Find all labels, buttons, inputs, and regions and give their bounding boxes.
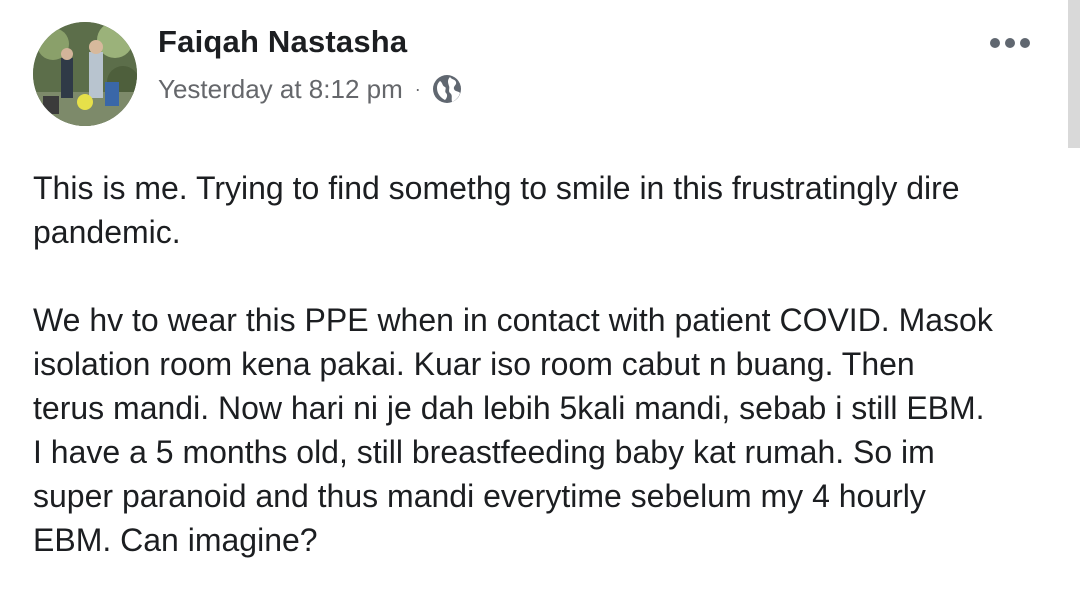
avatar[interactable] (33, 22, 137, 126)
post-paragraph: This is me. Trying to find somethg to sm… (33, 166, 1053, 254)
text-line: This is me. Trying to find somethg to sm… (33, 170, 960, 206)
post-body: This is me. Trying to find somethg to sm… (33, 166, 1053, 606)
author-name[interactable]: Faiqah Nastasha (158, 24, 407, 60)
post-meta: Yesterday at 8:12 pm · (158, 72, 463, 106)
text-line: I have a 5 months old, still breastfeedi… (33, 434, 935, 470)
text-line: terus mandi. Now hari ni je dah lebih 5k… (33, 390, 985, 426)
text-line: super paranoid and thus mandi everytime … (33, 478, 926, 514)
scrollbar[interactable] (1068, 0, 1080, 148)
more-options-button[interactable] (982, 26, 1038, 60)
more-dot (1005, 38, 1015, 48)
text-line: EBM. Can imagine? (33, 522, 318, 558)
more-dot (990, 38, 1000, 48)
more-dot (1020, 38, 1030, 48)
text-line: We hv to wear this PPE when in contact w… (33, 302, 993, 338)
meta-separator: · (414, 78, 421, 99)
facebook-post: Faiqah Nastasha Yesterday at 8:12 pm · T… (0, 0, 1080, 578)
globe-icon[interactable] (431, 73, 463, 105)
timestamp[interactable]: Yesterday at 8:12 pm (158, 74, 403, 105)
avatar-photo (33, 22, 137, 126)
post-paragraph: We hv to wear this PPE when in contact w… (33, 298, 1053, 562)
text-line: isolation room kena pakai. Kuar iso room… (33, 346, 915, 382)
text-line: pandemic. (33, 214, 181, 250)
